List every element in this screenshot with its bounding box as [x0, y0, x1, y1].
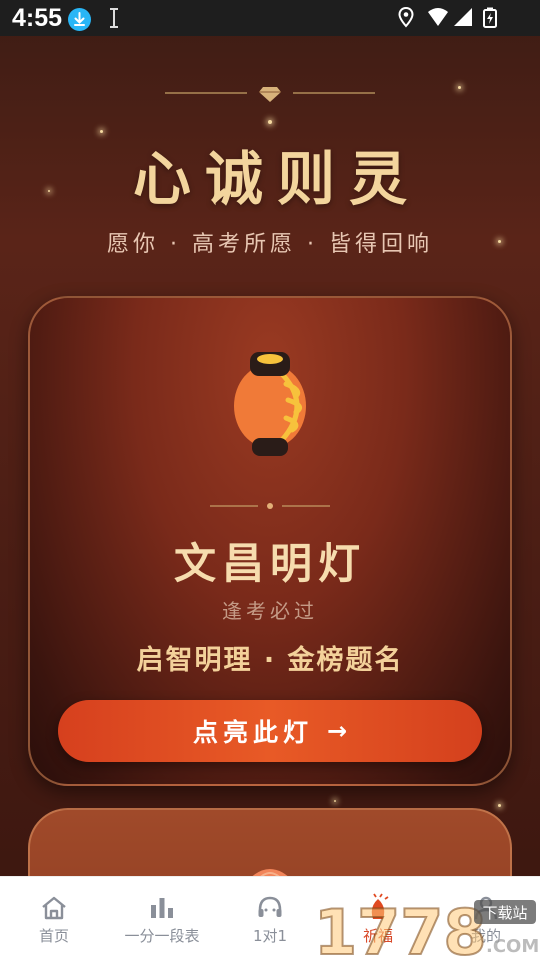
page-subline: 愿你 · 高考所愿 · 皆得回响: [107, 232, 433, 257]
diamond-icon: [259, 87, 281, 102]
status-right-icons: [398, 6, 502, 29]
watermark-logo: 1778 .COM 下载站: [313, 895, 540, 960]
nav-item-score-table[interactable]: 一分一段表: [112, 877, 212, 960]
light-lamp-button-label: 点亮此灯: [192, 718, 313, 747]
star-sparkle: [458, 86, 461, 89]
watermark-tag: 下载站: [482, 904, 527, 922]
status-time: 4:55: [12, 4, 63, 32]
wifi-icon: [428, 8, 448, 26]
lantern-icon: [220, 346, 320, 462]
star-sparkle: [268, 120, 272, 124]
card-subtitle: 逢考必过: [222, 599, 318, 623]
watermark-number: 1778: [314, 896, 487, 960]
watermark-suffix: .COM: [486, 936, 539, 957]
download-icon: [68, 8, 91, 31]
card-motto: 启智明理 · 金榜题名: [136, 645, 404, 676]
card-title: 文昌明灯: [173, 539, 366, 588]
arrow-right-icon: →: [326, 717, 348, 745]
bar-chart-icon: [151, 897, 173, 918]
nav-label-score-table: 一分一段表: [124, 926, 200, 945]
headset-icon: [258, 896, 282, 917]
debug-icon: [110, 6, 118, 30]
star-sparkle: [498, 804, 501, 807]
nav-label-one-on-one: 1对1: [252, 926, 288, 945]
nav-item-one-on-one[interactable]: 1对1: [230, 877, 310, 960]
status-bar: 4:55: [0, 0, 540, 36]
star-sparkle: [334, 800, 336, 802]
nav-item-home[interactable]: 首页: [14, 877, 94, 960]
nav-label-home: 首页: [38, 926, 69, 945]
header-ornament: [165, 84, 375, 104]
location-icon: [398, 6, 414, 28]
page-headline: 心诚则灵: [132, 145, 421, 213]
signal-icon: [454, 8, 472, 26]
home-icon: [42, 896, 66, 919]
card-divider: [210, 498, 330, 512]
light-lamp-button[interactable]: 点亮此灯 →: [58, 700, 482, 762]
battery-icon: [483, 7, 497, 28]
